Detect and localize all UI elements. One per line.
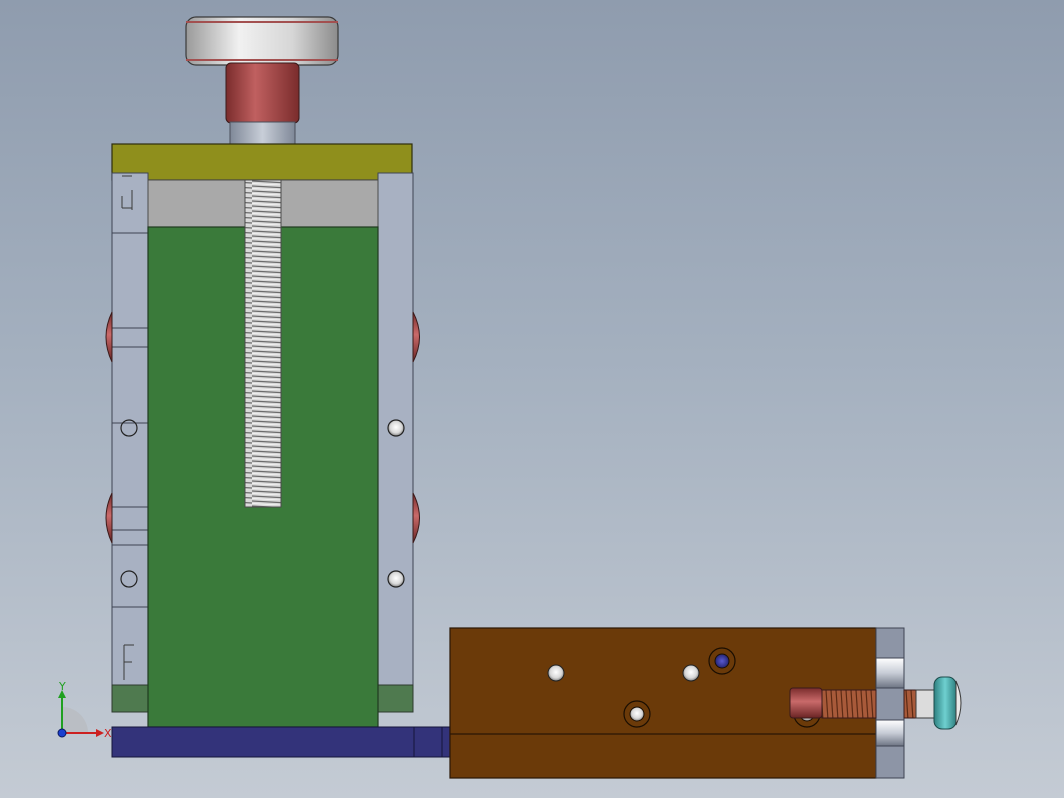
wheel-hub xyxy=(225,62,300,124)
top-plate xyxy=(111,143,413,181)
cad-viewport[interactable]: Y X xyxy=(0,0,1064,798)
slide-hole xyxy=(547,664,565,682)
base-bar xyxy=(111,726,451,758)
slide-hole xyxy=(682,664,700,682)
adjust-knob[interactable] xyxy=(933,676,957,730)
end-cap xyxy=(875,627,905,779)
shaft-collar xyxy=(229,121,296,146)
assembly-drawing[interactable]: Y X xyxy=(0,0,1064,798)
coordinate-triad: Y X xyxy=(57,680,112,740)
handwheel[interactable] xyxy=(185,16,339,66)
right-side-rail xyxy=(377,172,414,713)
vertical-slide-assembly[interactable] xyxy=(105,16,420,728)
z-axis-icon xyxy=(57,728,67,738)
y-axis-label: Y xyxy=(58,680,66,693)
lead-screw xyxy=(244,179,282,508)
left-side-rail xyxy=(111,172,149,713)
x-axis-label: X xyxy=(104,727,112,740)
